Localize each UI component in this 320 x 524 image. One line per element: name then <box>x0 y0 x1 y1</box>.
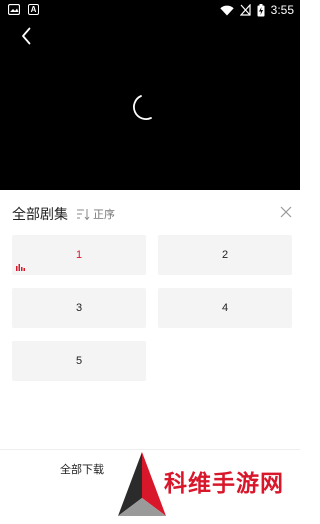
episode-button-1[interactable]: 1 <box>12 235 146 275</box>
now-playing-bars-icon <box>16 264 25 271</box>
episode-label: 2 <box>221 249 229 261</box>
episodes-panel-header: 全部剧集 正序 <box>12 204 294 226</box>
episode-button-2[interactable]: 2 <box>158 235 292 275</box>
episode-label: 5 <box>75 355 83 367</box>
wifi-icon <box>219 5 234 15</box>
panel-title: 全部剧集 <box>12 207 68 223</box>
watermark-text: 科维手游网 <box>164 471 284 497</box>
status-bar-left: A <box>8 4 39 15</box>
app-notification-icon: A <box>28 4 39 15</box>
episode-button-5[interactable]: 5 <box>12 341 146 381</box>
watermark: 科维手游网 <box>112 446 300 524</box>
signal-off-icon <box>239 4 251 16</box>
status-time: 3:55 <box>270 3 294 17</box>
episode-label: 4 <box>221 302 229 314</box>
status-bar-right: 3:55 <box>219 3 294 17</box>
close-icon[interactable] <box>278 204 294 220</box>
sort-order-icon <box>77 209 90 221</box>
episode-button-4[interactable]: 4 <box>158 288 292 328</box>
sort-label: 正序 <box>93 208 115 221</box>
episode-label: 3 <box>75 302 83 314</box>
photo-notification-icon <box>8 4 20 15</box>
sort-toggle[interactable]: 正序 <box>76 206 115 222</box>
back-chevron-icon[interactable] <box>14 24 38 48</box>
episode-label: 1 <box>75 249 83 261</box>
loading-spinner-icon <box>133 95 152 120</box>
status-bar: A 3:55 <box>0 0 300 20</box>
battery-charging-icon <box>257 3 265 16</box>
download-all-button[interactable]: 全部下载 <box>60 461 104 477</box>
watermark-logo-icon <box>116 450 168 516</box>
episode-button-3[interactable]: 3 <box>12 288 146 328</box>
